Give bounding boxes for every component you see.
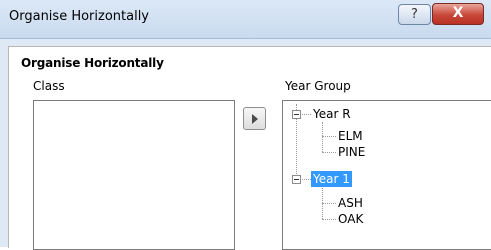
collapse-icon[interactable]	[292, 110, 301, 119]
year-group-label: Year Group	[285, 79, 351, 93]
tree-node-year-1[interactable]: Year 1	[311, 171, 352, 187]
tree-connector	[322, 122, 323, 152]
dialog-content: Organise Horizontally Class Year Group Y…	[8, 46, 491, 250]
tree-connector	[322, 136, 336, 137]
tree-connector	[322, 219, 336, 220]
collapse-icon[interactable]	[292, 175, 301, 184]
tree-connector	[322, 203, 336, 204]
class-list[interactable]	[33, 100, 235, 250]
help-button[interactable]: ?	[398, 4, 431, 25]
tree-connector	[302, 114, 311, 115]
tree-node-elm[interactable]: ELM	[338, 128, 363, 144]
class-label: Class	[33, 79, 65, 93]
arrow-right-icon	[252, 114, 258, 124]
tree-node-oak[interactable]: OAK	[338, 211, 363, 227]
window-title: Organise Horizontally	[9, 9, 150, 24]
close-icon: X	[452, 5, 464, 21]
title-bar[interactable]: Organise Horizontally ? X	[0, 0, 491, 39]
tree-node-year-r[interactable]: Year R	[313, 106, 351, 122]
tree-node-pine[interactable]: PINE	[338, 144, 365, 160]
organise-horizontally-dialog: Organise Horizontally ? X Organise Horiz…	[0, 0, 491, 250]
tree-connector	[322, 152, 336, 153]
year-group-tree[interactable]: Year R ELM PINE Year 1 ASH OAK	[282, 100, 491, 250]
tree-connector	[302, 179, 311, 180]
question-mark-icon: ?	[411, 7, 418, 22]
group-title: Organise Horizontally	[21, 56, 164, 70]
move-right-button[interactable]	[243, 107, 266, 130]
close-button[interactable]: X	[432, 3, 484, 25]
tree-node-ash[interactable]: ASH	[338, 195, 363, 211]
